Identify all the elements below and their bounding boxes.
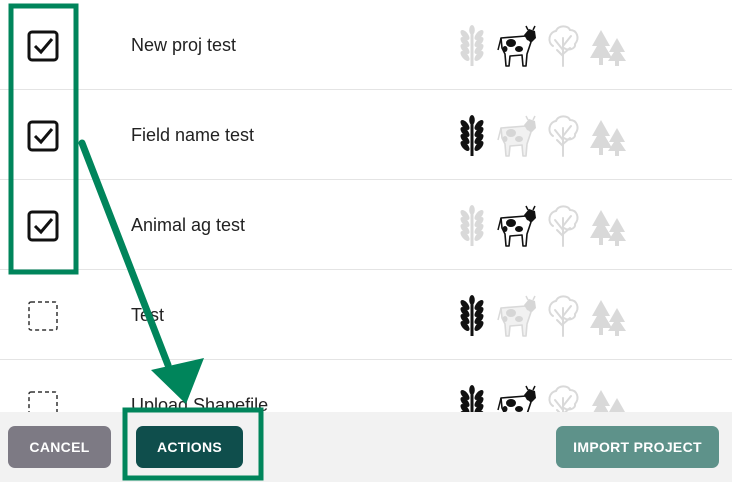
cow-icon	[496, 204, 538, 248]
project-row[interactable]: Animal ag test	[0, 180, 732, 270]
cow-icon	[496, 294, 538, 338]
project-name: Field name test	[131, 125, 255, 145]
land-use-icons	[452, 384, 632, 412]
tree-icon	[546, 114, 580, 158]
wheat-icon	[452, 204, 492, 248]
import-project-button[interactable]: IMPORT PROJECT	[556, 426, 719, 468]
wheat-icon	[452, 384, 492, 412]
wheat-icon	[452, 114, 492, 158]
checkbox[interactable]	[27, 390, 59, 412]
tree-icon	[546, 384, 580, 412]
footer-bar: CANCEL ACTIONS IMPORT PROJECT	[0, 412, 732, 482]
forest-icon	[588, 384, 628, 412]
actions-button[interactable]: ACTIONS	[136, 426, 243, 468]
checkbox[interactable]	[27, 300, 59, 332]
project-name: Upload Shapefile	[131, 395, 269, 412]
forest-icon	[588, 114, 628, 158]
project-list: New proj test Field name test Animal ag …	[0, 0, 732, 412]
project-row[interactable]: Test	[0, 270, 732, 360]
project-row[interactable]: Field name test	[0, 90, 732, 180]
tree-icon	[546, 24, 580, 68]
cancel-button[interactable]: CANCEL	[8, 426, 111, 468]
land-use-icons	[452, 24, 632, 68]
project-name: Animal ag test	[131, 215, 246, 235]
wheat-icon	[452, 294, 492, 338]
tree-icon	[546, 204, 580, 248]
cow-icon	[496, 114, 538, 158]
forest-icon	[588, 294, 628, 338]
checkbox[interactable]	[27, 120, 59, 152]
project-row[interactable]: Upload Shapefile	[0, 360, 732, 412]
project-name: New proj test	[131, 35, 237, 55]
land-use-icons	[452, 114, 632, 158]
wheat-icon	[452, 24, 492, 68]
land-use-icons	[452, 294, 632, 338]
cow-icon	[496, 24, 538, 68]
project-name: Test	[131, 305, 165, 325]
checkbox[interactable]	[27, 30, 59, 62]
tree-icon	[546, 294, 580, 338]
land-use-icons	[452, 204, 632, 248]
checkbox[interactable]	[27, 210, 59, 242]
project-row[interactable]: New proj test	[0, 0, 732, 90]
forest-icon	[588, 24, 628, 68]
cow-icon	[496, 384, 538, 412]
forest-icon	[588, 204, 628, 248]
